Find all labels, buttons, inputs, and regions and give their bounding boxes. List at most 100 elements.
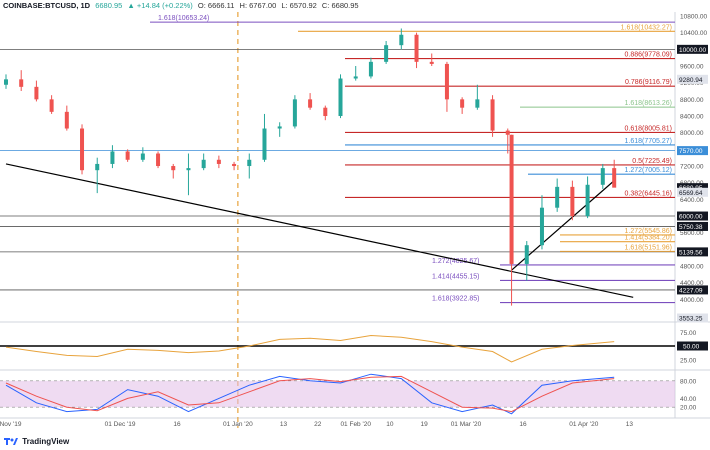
fib-level-label: 0.886(9778.09) — [625, 52, 672, 59]
price-tag-label: 4227.09 — [679, 287, 703, 294]
fib-level-label: 1.618(5151.96) — [625, 244, 672, 251]
high-value: H: 6767.00 — [239, 1, 277, 10]
candle-body — [308, 99, 313, 108]
candle-body — [384, 45, 389, 62]
price-tick-label: 10800.00 — [680, 14, 707, 21]
time-tick-label: 22 — [314, 421, 322, 428]
chart: 1.618(10653.24) 1.618(10432.27) 0.886(9778… — [0, 12, 710, 428]
candle-body — [600, 168, 605, 185]
fib-level-label: 0.786(9116.79) — [625, 79, 672, 86]
stoch-tick-label: 40.00 — [680, 396, 697, 403]
price-tag-label: 5750.38 — [679, 224, 703, 231]
price-tag-label: 5139.56 — [679, 249, 703, 256]
open-value: O: 6666.11 — [197, 1, 235, 10]
candle-body — [490, 99, 495, 131]
candle-body — [353, 76, 358, 79]
candle-body — [34, 86, 39, 100]
candle-body — [444, 63, 449, 100]
candle-body — [338, 78, 343, 117]
candle-body — [247, 159, 252, 167]
trendline — [5, 163, 634, 298]
fib-level-label: 1.618(10432.27) — [621, 24, 672, 31]
time-tick-label: 01 Nov '19 — [0, 421, 22, 428]
price-tag-label: 7570.00 — [679, 148, 703, 155]
price-tick-label: 8800.00 — [680, 97, 704, 104]
candle-body — [475, 99, 480, 108]
candle-body — [140, 153, 145, 160]
candle-body — [277, 126, 282, 129]
fib-level-label: 1.618(8613.26) — [625, 100, 672, 107]
time-tick-label: 01 Dec '19 — [105, 421, 136, 428]
candle-body — [171, 166, 176, 171]
fib-level-label: 1.272(7005.12) — [625, 167, 672, 174]
price-tick-label: 8400.00 — [680, 114, 704, 121]
candle-body — [4, 79, 8, 85]
tradingview-footer[interactable]: TradingView — [4, 435, 69, 448]
stoch-tick-label: 20.00 — [680, 405, 697, 412]
low-value: L: 6570.92 — [281, 1, 317, 10]
candle-body — [262, 128, 267, 160]
candle-body — [186, 168, 191, 171]
price-change: ▲ +14.84 (+0.22%) — [127, 1, 193, 10]
fib-level-label: 0.5(7225.49) — [632, 158, 672, 165]
time-tick-label: 01 Jan '20 — [223, 421, 253, 428]
fib-level-label: 1.414(5384.20) — [625, 235, 672, 242]
fib-level-label: 1.618(3922.85) — [432, 296, 479, 303]
fib-level-label: 1.414(4455.15) — [432, 273, 479, 280]
candle-body — [80, 128, 85, 171]
tradingview-brand: TradingView — [22, 437, 70, 446]
candle-body — [201, 159, 206, 169]
candle-body — [110, 151, 115, 164]
candle-body — [570, 186, 575, 217]
candle-body — [414, 34, 419, 62]
price-tag-label: 9280.94 — [679, 77, 703, 84]
time-tick-label: 13 — [280, 421, 288, 428]
stoch-tick-label: 80.00 — [680, 378, 697, 385]
rsi-line — [5, 335, 615, 363]
price-tick-label: 10400.00 — [680, 30, 707, 37]
stoch-band — [0, 380, 675, 408]
symbol-label[interactable]: COINBASE:BTCUSD, 1D — [3, 1, 90, 10]
candle-body — [125, 151, 130, 160]
candle-body — [539, 207, 544, 246]
price-tag-label: 10000.00 — [679, 47, 706, 54]
tradingview-logo-icon — [4, 438, 18, 446]
time-tick-label: 01 Mar '20 — [451, 421, 482, 428]
time-tick-label: 01 Feb '20 — [340, 421, 371, 428]
price-tick-label: 5600.00 — [680, 230, 704, 237]
price-tag-label: 3553.25 — [679, 316, 703, 323]
candle-body — [156, 153, 161, 167]
fib-level-label: 1.618(10653.24) — [158, 15, 209, 22]
rsi-tick-label: 75.00 — [680, 330, 697, 337]
rsi-tick-label: 25.00 — [680, 357, 697, 364]
candle-body — [323, 107, 328, 117]
time-tick-label: 13 — [626, 421, 634, 428]
last-price: 6680.95 — [95, 1, 123, 10]
candle-body — [524, 245, 529, 264]
candle-body — [49, 99, 54, 112]
candle-body — [399, 34, 404, 46]
fib-level-label: 1.618(7705.27) — [625, 138, 672, 145]
candle-body — [555, 186, 560, 208]
price-tag-label: 6569.64 — [679, 190, 703, 197]
close-value: C: 6680.95 — [321, 1, 359, 10]
candle-body — [612, 168, 617, 188]
candle-body — [509, 134, 514, 264]
chart-header: COINBASE:BTCUSD, 1D 6680.95 ▲ +14.84 (+0… — [0, 0, 678, 11]
price-tick-label: 7200.00 — [680, 164, 704, 171]
rsi-tag-label: 50.00 — [683, 344, 700, 351]
time-tick-label: 10 — [386, 421, 394, 428]
candle-body — [216, 159, 221, 164]
price-tick-label: 6400.00 — [680, 197, 704, 204]
candle-body — [292, 99, 297, 127]
candle-body — [19, 79, 24, 87]
price-tick-label: 4000.00 — [680, 297, 704, 304]
time-tick-label: 16 — [519, 421, 527, 428]
candle-body — [64, 111, 69, 129]
candle-body — [368, 61, 373, 77]
price-tick-label: 8000.00 — [680, 130, 704, 137]
time-tick-label: 19 — [421, 421, 429, 428]
candle-body — [585, 184, 590, 217]
fib-level-label: 0.382(6445.16) — [625, 190, 672, 197]
price-tick-label: 9600.00 — [680, 64, 704, 71]
